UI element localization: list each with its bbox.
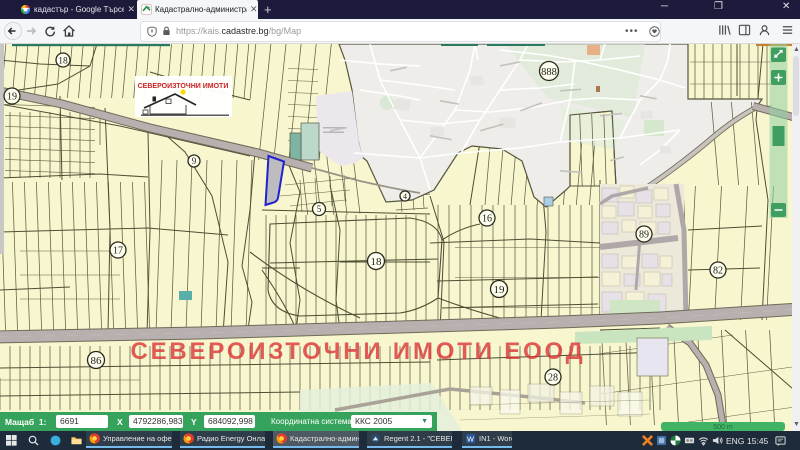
svg-text:СЕВЕРОИЗТОЧНИ ИМОТИ: СЕВЕРОИЗТОЧНИ ИМОТИ (138, 83, 229, 90)
svg-text:86: 86 (91, 355, 103, 367)
svg-text:16: 16 (482, 214, 492, 225)
svg-text:9: 9 (192, 156, 197, 166)
svg-text:89: 89 (639, 230, 649, 241)
svg-text:19: 19 (7, 92, 17, 103)
svg-text:W: W (467, 434, 474, 443)
svg-text:82: 82 (713, 266, 723, 277)
svg-text:СЕВЕРОИЗТОЧНИ ИМОТИ ЕООД: СЕВЕРОИЗТОЧНИ ИМОТИ ЕООД (130, 338, 585, 365)
svg-text:19: 19 (494, 284, 506, 296)
svg-text:4: 4 (403, 192, 407, 201)
svg-text:5: 5 (317, 204, 322, 214)
svg-text:888: 888 (541, 67, 557, 78)
svg-text:18: 18 (58, 56, 68, 66)
svg-text:17: 17 (113, 246, 123, 257)
svg-text:500 m: 500 m (713, 424, 733, 431)
svg-text:28: 28 (548, 373, 558, 384)
svg-text:18: 18 (371, 256, 383, 268)
